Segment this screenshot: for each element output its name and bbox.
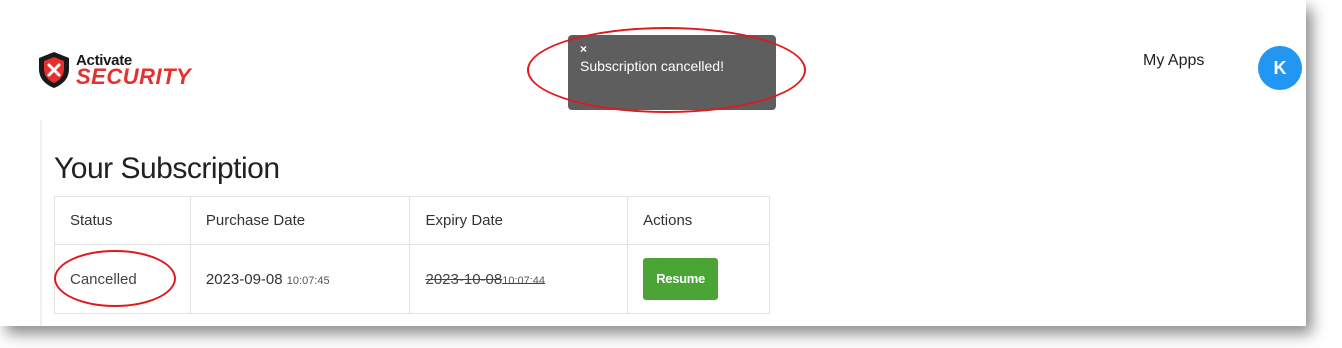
expiry-date-value: 2023-10-08 [425,270,503,288]
brand-name-line2: SECURITY [76,63,192,89]
column-header-purchase-date: Purchase Date [189,196,411,245]
brand-name: Activate SECURITY [76,53,191,88]
status-cell: Cancelled [54,244,191,314]
expiry-datetime: 2023-10-0810:07:44 [425,271,545,288]
nav-my-apps-link[interactable]: My Apps [1143,52,1204,70]
shield-x-icon [39,52,69,88]
content-divider [40,120,42,326]
expiry-date-cell: 2023-10-0810:07:44 [409,244,629,314]
resume-button[interactable]: Resume [643,258,719,300]
toast-close-button[interactable]: × [580,43,764,55]
brand-logo[interactable]: Activate SECURITY [36,48,191,92]
purchase-date-value: 2023-09-08 [205,270,283,288]
table-row: Cancelled 2023-09-08 10:07:45 2023-10-08… [54,244,770,314]
expiry-time-value: 10:07:44 [502,274,546,287]
status-value: Cancelled [70,270,137,288]
table-header-row: Status Purchase Date Expiry Date Actions [54,196,770,245]
purchase-time-value: 10:07:45 [286,274,330,287]
app-window: Activate SECURITY × Subscription cancell… [0,0,1306,326]
subscription-table: Status Purchase Date Expiry Date Actions… [54,196,770,314]
purchase-date-cell: 2023-09-08 10:07:45 [189,244,411,314]
column-header-expiry-date: Expiry Date [409,196,629,245]
column-header-status: Status [54,196,191,245]
page-title: Your Subscription [54,152,280,185]
actions-cell: Resume [627,244,770,314]
avatar[interactable]: K [1258,46,1302,90]
toast-notification: × Subscription cancelled! [568,35,776,110]
toast-message: Subscription cancelled! [580,58,724,74]
column-header-actions: Actions [627,196,770,245]
top-header: Activate SECURITY × Subscription cancell… [0,0,1306,120]
